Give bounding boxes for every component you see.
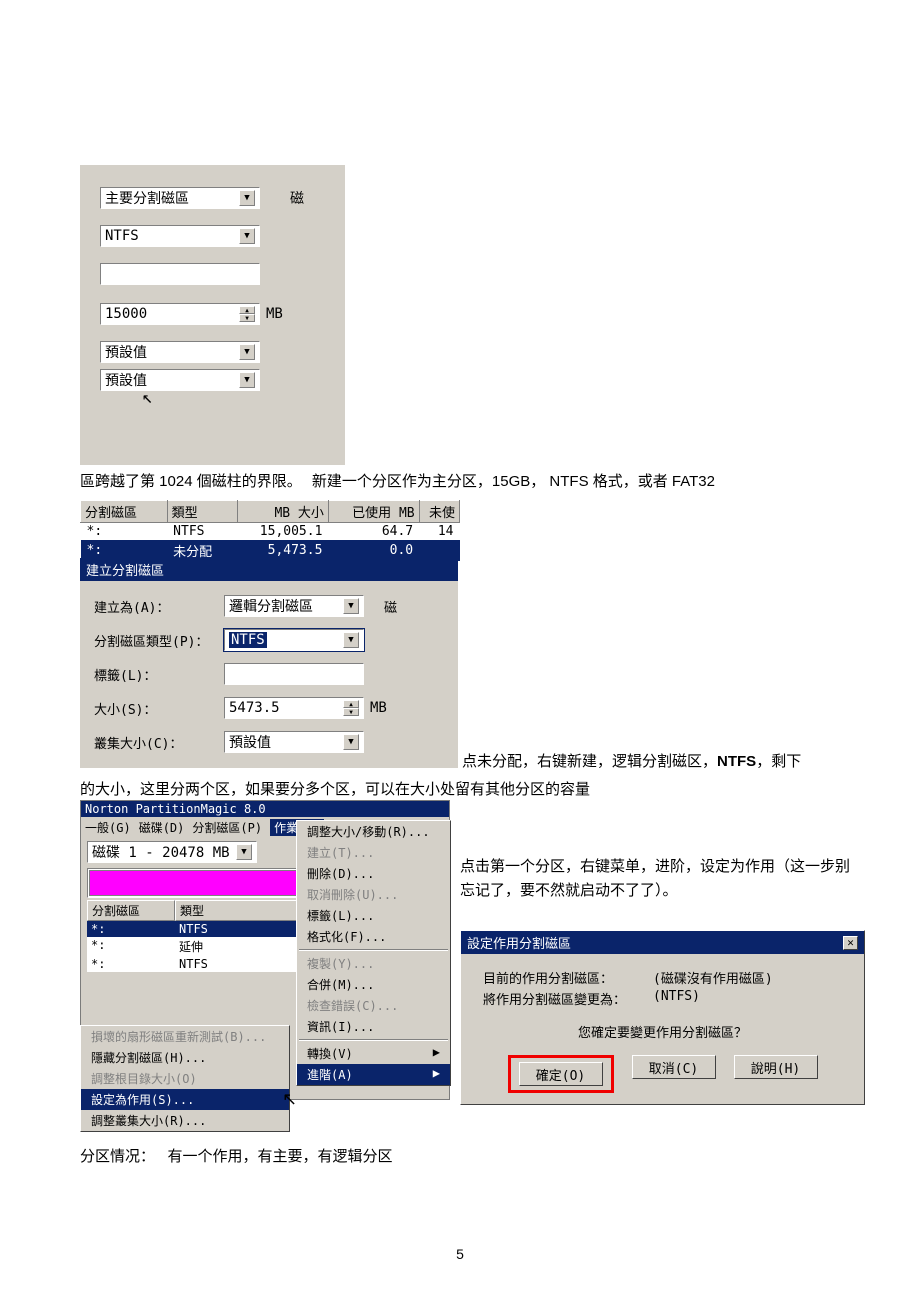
size-spinner2[interactable]: 5473.5 ▲ ▼: [224, 697, 364, 719]
table-row[interactable]: *: NTFS 15,005.1 64.7 14: [81, 523, 460, 541]
close-button[interactable]: ✕: [843, 936, 858, 950]
partition-mode-combo[interactable]: 主要分割磁區 ▼: [100, 187, 260, 209]
cluster1-combo[interactable]: 預設值 ▼: [100, 341, 260, 363]
ok-button[interactable]: 確定(O): [519, 1062, 603, 1086]
caption-1: 區跨越了第 1024 個磁柱的界限。 新建一个分区作为主分区，15GB， NTF…: [80, 470, 860, 494]
confirm-text: 您確定要變更作用分割磁區？: [483, 1022, 842, 1041]
menu-disk[interactable]: 磁碟(D): [139, 819, 185, 836]
ctx-hide[interactable]: 隱藏分割磁區(H)...: [81, 1047, 289, 1068]
caption-4: 分区情况： 有一个作用，有主要，有逻辑分区: [80, 1145, 393, 1169]
caption-2a: 点未分配，右键新建，逻辑分割磁区，NTFS，剩下: [462, 750, 862, 774]
menu-resize[interactable]: 調整大小/移動(R)...: [297, 821, 450, 842]
dialog-title: 設定作用分割磁區: [467, 933, 571, 952]
menu-advanced[interactable]: 進階(A)▶: [297, 1064, 450, 1085]
menu-format[interactable]: 格式化(F)...: [297, 926, 450, 947]
menu-label[interactable]: 標籤(L)...: [297, 905, 450, 926]
page-number: 5: [456, 1246, 464, 1262]
menu-partition[interactable]: 分割磁區(P): [192, 819, 262, 836]
create-partition-panel: 建立分割磁區 建立為(A)： 邏輯分割磁區 ▼ 磁 分割磁區類型(P)： NTF…: [80, 558, 458, 768]
change-to-value: (NTFS): [653, 989, 700, 1008]
ctx-resize-root: 調整根目錄大小(O): [81, 1068, 289, 1089]
create-as-label: 建立為(A)：: [94, 597, 224, 616]
ctx-set-active[interactable]: 設定為作用(S)...: [81, 1089, 289, 1110]
chevron-down-icon[interactable]: ▼: [239, 372, 255, 388]
current-active-value: (磁碟沒有作用磁區): [653, 968, 773, 987]
advanced-submenu: 損壞的扇形磁區重新測試(B)... 隱藏分割磁區(H)... 調整根目錄大小(O…: [80, 1025, 290, 1132]
change-to-label: 將作用分割磁區變更為：: [483, 989, 653, 1008]
spin-up-icon[interactable]: ▲: [239, 306, 255, 314]
cluster-label: 叢集大小(C)：: [94, 733, 224, 752]
partition-table: 分割磁區 類型 MB 大小 已使用 MB 未使 *: NTFS 15,005.1…: [80, 500, 460, 561]
spin-up-icon[interactable]: ▲: [343, 700, 359, 708]
tag-input[interactable]: [224, 663, 364, 685]
size-unit: MB: [266, 306, 283, 322]
create-partition-top-panel: 主要分割磁區 ▼ 磁 NTFS ▼ 15000 ▲ ▼ MB: [80, 165, 345, 465]
fs-type-combo[interactable]: NTFS ▼: [100, 225, 260, 247]
label-input[interactable]: [100, 263, 260, 285]
menu-undelete: 取消刪除(U)...: [297, 884, 450, 905]
cluster-combo[interactable]: 預設值 ▼: [224, 731, 364, 753]
menu-copy: 複製(Y)...: [297, 953, 450, 974]
chevron-down-icon[interactable]: ▼: [343, 734, 359, 750]
side-label: 磁: [290, 188, 304, 208]
create-as-combo[interactable]: 邏輯分割磁區 ▼: [224, 595, 364, 617]
menu-merge[interactable]: 合併(M)...: [297, 974, 450, 995]
menu-general[interactable]: 一般(G): [85, 819, 131, 836]
fs-type-label: 分割磁區類型(P)：: [94, 631, 224, 650]
chevron-down-icon[interactable]: ▼: [343, 598, 359, 614]
operations-dropdown: 調整大小/移動(R)... 建立(T)... 刪除(D)... 取消刪除(U).…: [296, 820, 451, 1086]
window-title: Norton PartitionMagic 8.0: [81, 801, 449, 817]
size-label: 大小(S)：: [94, 699, 224, 718]
spin-down-icon[interactable]: ▼: [239, 314, 255, 322]
spin-down-icon[interactable]: ▼: [343, 708, 359, 716]
menu-info[interactable]: 資訊(I)...: [297, 1016, 450, 1037]
ctx-retest: 損壞的扇形磁區重新測試(B)...: [81, 1026, 289, 1047]
tag-label: 標籤(L)：: [94, 665, 224, 684]
cancel-button[interactable]: 取消(C): [632, 1055, 716, 1079]
disk-select-combo[interactable]: 磁碟 1 - 20478 MB ▼: [87, 841, 257, 863]
caption-2b: 的大小，这里分两个区，如果要分多个区，可以在大小处留有其他分区的容量: [80, 778, 860, 802]
menu-create: 建立(T)...: [297, 842, 450, 863]
chevron-down-icon[interactable]: ▼: [343, 632, 359, 648]
menu-delete[interactable]: 刪除(D)...: [297, 863, 450, 884]
size-value: 15000: [105, 306, 147, 322]
help-button[interactable]: 說明(H): [734, 1055, 818, 1079]
cluster2-combo[interactable]: 預設值 ▼: [100, 369, 260, 391]
menu-check: 檢查錯誤(C)...: [297, 995, 450, 1016]
menu-convert[interactable]: 轉換(V)▶: [297, 1043, 450, 1064]
ctx-resize-cluster[interactable]: 調整叢集大小(R)...: [81, 1110, 289, 1131]
current-active-label: 目前的作用分割磁區：: [483, 968, 653, 987]
size-spinner[interactable]: 15000 ▲ ▼: [100, 303, 260, 325]
chevron-down-icon[interactable]: ▼: [236, 844, 252, 860]
table-header-row: 分割磁區 類型 MB 大小 已使用 MB 未使: [81, 501, 460, 523]
set-active-dialog: 設定作用分割磁區 ✕ 目前的作用分割磁區： (磁碟沒有作用磁區) 將作用分割磁區…: [460, 930, 865, 1105]
chevron-down-icon[interactable]: ▼: [239, 190, 255, 206]
panel-title: 建立分割磁區: [80, 558, 458, 581]
chevron-down-icon[interactable]: ▼: [239, 344, 255, 360]
ok-button-highlight: 確定(O): [508, 1055, 614, 1093]
caption-3: 点击第一个分区，右键菜单，进阶，设定为作用（这一步别忘记了，要不然就启动不了了）…: [460, 855, 860, 903]
chevron-down-icon[interactable]: ▼: [239, 228, 255, 244]
partition-mode-value: 主要分割磁區: [105, 188, 189, 208]
fs-type-combo2[interactable]: NTFS ▼: [224, 629, 364, 651]
fs-type-value: NTFS: [105, 228, 139, 244]
